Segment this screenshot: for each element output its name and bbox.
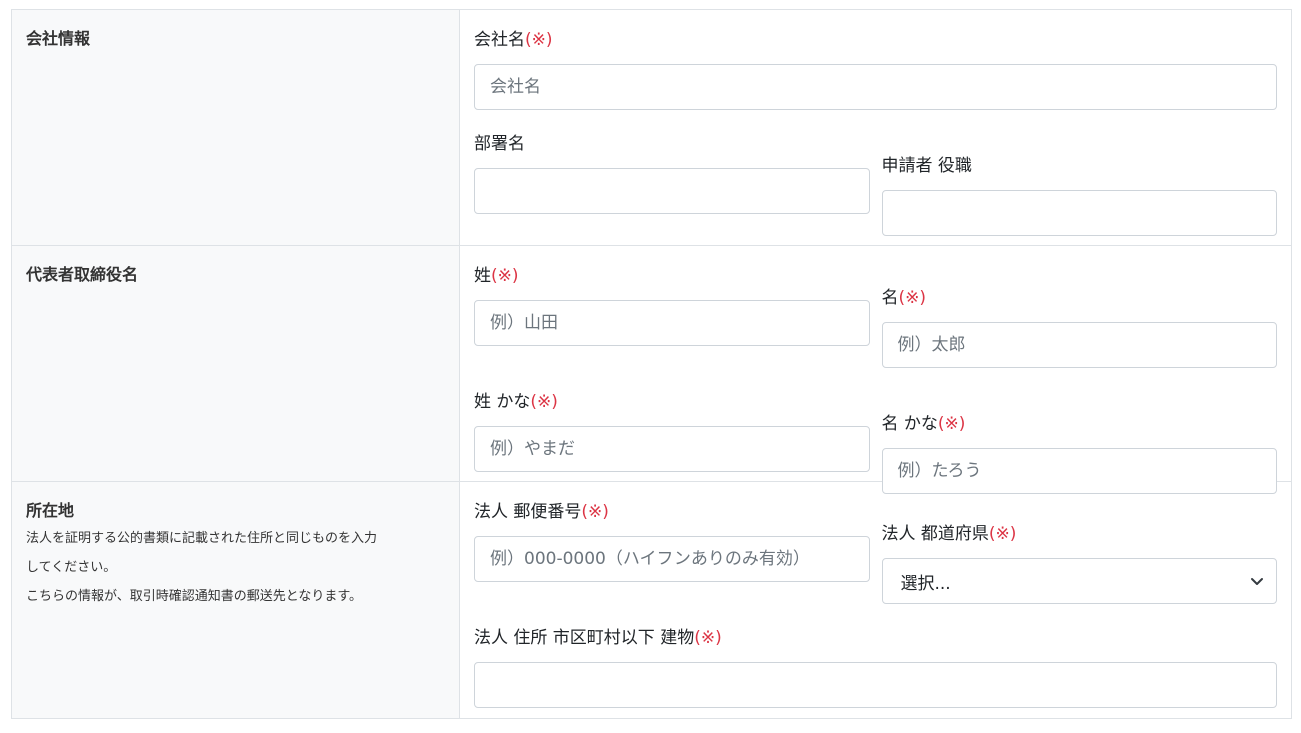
address-note: 法人を証明する公的書類に記載された住所と同じものを入力 してください。 こちらの… xyxy=(26,524,445,611)
company-name-label: 会社名(※) xyxy=(474,30,553,50)
company-info-fields: 会社名(※) 部署名 申請者 役職 xyxy=(460,10,1291,245)
postal-prefecture-row: 法人 郵便番号(※) 法人 都道府県(※) 選択... xyxy=(474,500,1277,604)
last-name-kana-input[interactable] xyxy=(474,426,870,472)
required-mark: (※) xyxy=(491,266,519,286)
first-name-label: 名(※) xyxy=(881,288,927,308)
applicant-title-label: 申請者 役職 xyxy=(881,156,972,176)
name-row: 姓(※) 名(※) xyxy=(474,264,1277,368)
last-name-input[interactable] xyxy=(474,300,870,346)
last-name-kana-label: 姓 かな(※) xyxy=(474,392,558,412)
applicant-title-field-group: 申請者 役職 xyxy=(881,154,1277,236)
address-note-line: 法人を証明する公的書類に記載された住所と同じものを入力 xyxy=(26,531,378,546)
last-name-label: 姓(※) xyxy=(474,266,519,286)
required-mark: (※) xyxy=(525,30,553,50)
company-name-input[interactable] xyxy=(474,64,1277,110)
company-info-row: 会社情報 会社名(※) 部署名 申請者 役職 xyxy=(12,10,1291,246)
prefecture-select[interactable]: 選択... xyxy=(881,558,1277,604)
section-title-address: 所在地 xyxy=(26,501,75,520)
postal-code-label: 法人 郵便番号(※) xyxy=(474,502,609,522)
prefecture-field-group: 法人 都道府県(※) 選択... xyxy=(881,522,1277,604)
street-input[interactable] xyxy=(474,662,1277,708)
department-input[interactable] xyxy=(474,168,870,214)
postal-code-input[interactable] xyxy=(474,536,870,582)
department-title-row: 部署名 申請者 役職 xyxy=(474,132,1277,236)
application-form-table: 会社情報 会社名(※) 部署名 申請者 役職 代表者取締役名 xyxy=(11,9,1292,719)
name-kana-row: 姓 かな(※) 名 かな(※) xyxy=(474,390,1277,494)
company-name-field-group: 会社名(※) xyxy=(474,28,1277,110)
prefecture-label: 法人 都道府県(※) xyxy=(881,524,1017,544)
required-mark: (※) xyxy=(988,524,1017,544)
section-title-company: 会社情報 xyxy=(26,29,91,48)
section-title-representative: 代表者取締役名 xyxy=(26,265,139,284)
street-label: 法人 住所 市区町村以下 建物(※) xyxy=(474,628,722,648)
first-name-input[interactable] xyxy=(881,322,1277,368)
department-label: 部署名 xyxy=(474,134,525,154)
prefecture-select-wrapper: 選択... xyxy=(881,558,1277,604)
prefecture-selected-value: 選択... xyxy=(900,573,951,594)
address-fields: 法人 郵便番号(※) 法人 都道府県(※) 選択... 法人 住所 市区町村以下… xyxy=(460,482,1291,718)
first-name-kana-label: 名 かな(※) xyxy=(881,414,966,434)
required-mark: (※) xyxy=(581,502,609,522)
last-name-kana-field-group: 姓 かな(※) xyxy=(474,390,870,494)
representative-fields: 姓(※) 名(※) 姓 かな(※) 名 かな(※) xyxy=(460,246,1291,494)
required-mark: (※) xyxy=(898,288,927,308)
address-header: 所在地 法人を証明する公的書類に記載された住所と同じものを入力 してください。 … xyxy=(12,482,460,718)
address-note-line: してください。 xyxy=(26,560,117,575)
street-field-group: 法人 住所 市区町村以下 建物(※) xyxy=(474,626,1277,708)
address-row: 所在地 法人を証明する公的書類に記載された住所と同じものを入力 してください。 … xyxy=(12,482,1291,718)
postal-code-field-group: 法人 郵便番号(※) xyxy=(474,500,870,604)
applicant-title-input[interactable] xyxy=(881,190,1277,236)
required-mark: (※) xyxy=(937,414,966,434)
representative-row: 代表者取締役名 姓(※) 名(※) 姓 かな(※) 名 かな(※) xyxy=(12,246,1291,494)
department-field-group: 部署名 xyxy=(474,132,870,236)
last-name-field-group: 姓(※) xyxy=(474,264,870,368)
company-info-header: 会社情報 xyxy=(12,10,460,245)
required-mark: (※) xyxy=(694,628,722,648)
required-mark: (※) xyxy=(530,392,558,412)
chevron-down-icon xyxy=(1251,578,1263,585)
first-name-field-group: 名(※) xyxy=(881,286,1277,368)
representative-header: 代表者取締役名 xyxy=(12,246,460,481)
address-note-line: こちらの情報が、取引時確認通知書の郵送先となります。 xyxy=(26,589,363,604)
